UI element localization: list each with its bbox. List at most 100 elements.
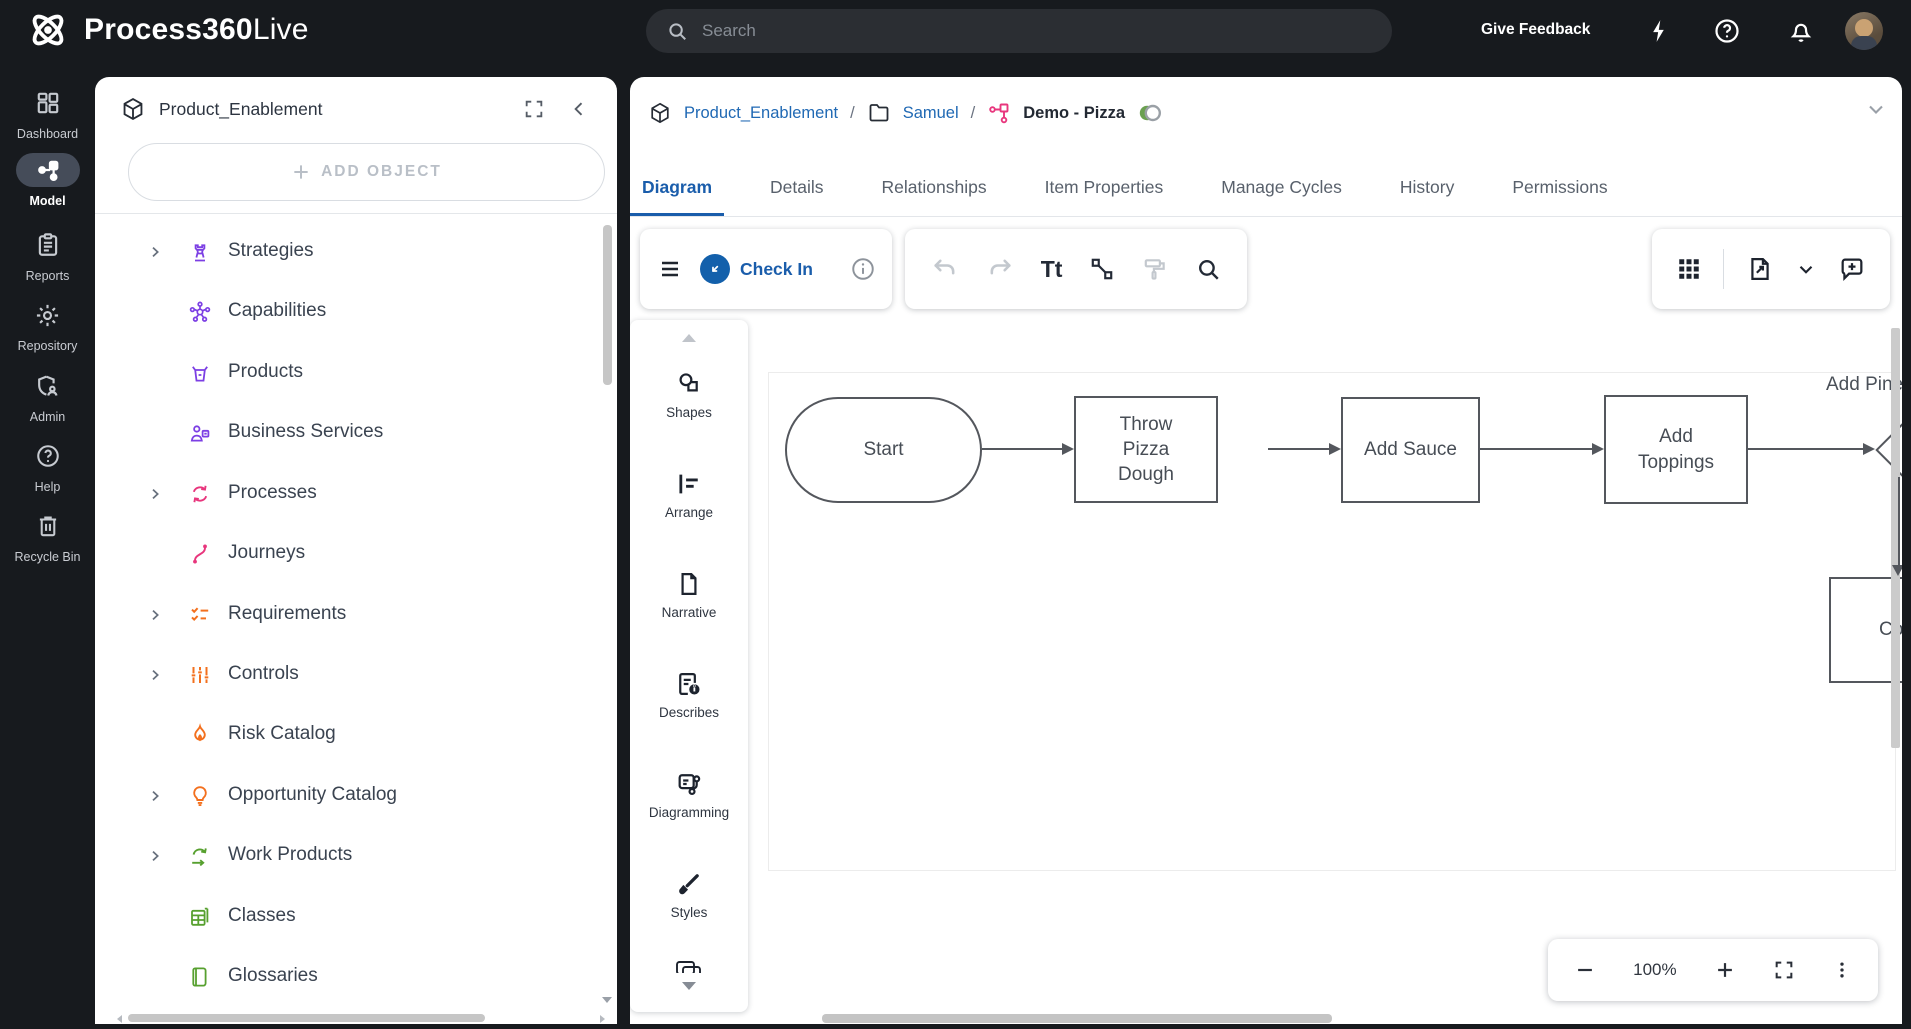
chevron-right-icon[interactable] xyxy=(147,244,163,260)
tree-item-journeys[interactable]: Journeys xyxy=(95,524,597,584)
palette-item-arrange[interactable]: Arrange xyxy=(665,470,713,520)
status-circles-icon[interactable] xyxy=(1137,101,1167,125)
tree-horizontal-scrollbar[interactable] xyxy=(128,1014,485,1022)
tree-item-strategies[interactable]: Strategies xyxy=(95,222,597,282)
chevron-right-icon[interactable] xyxy=(147,486,163,502)
trash-icon xyxy=(35,509,61,543)
undo-icon[interactable] xyxy=(931,255,959,283)
tab-item-properties[interactable]: Item Properties xyxy=(1033,177,1176,216)
search-input[interactable] xyxy=(702,21,1302,41)
chevron-down-icon[interactable] xyxy=(1795,258,1817,280)
flow-node-start[interactable]: Start xyxy=(785,397,982,503)
sidebar-item-recycle-bin[interactable]: Recycle Bin xyxy=(0,509,95,564)
check-in-button[interactable]: Check In xyxy=(740,259,813,280)
add-comment-icon[interactable] xyxy=(1838,255,1866,283)
sidebar-item-repository[interactable]: Repository xyxy=(0,298,95,353)
tree-item-requirements[interactable]: Requirements xyxy=(95,585,597,645)
palette-item-diagramming[interactable]: Diagramming xyxy=(649,770,729,820)
chevron-right-icon[interactable] xyxy=(147,607,163,623)
collapse-panel-button[interactable] xyxy=(569,99,589,119)
palette-scroll-down-icon[interactable] xyxy=(682,982,696,990)
products-icon xyxy=(188,361,212,385)
active-nav-pill xyxy=(16,153,80,187)
tree-vertical-scrollbar[interactable] xyxy=(603,225,612,385)
cube-icon xyxy=(120,96,146,122)
tree-item-glossaries[interactable]: Glossaries xyxy=(95,947,597,1007)
reports-icon xyxy=(35,228,61,262)
sidebar-item-model[interactable]: Model xyxy=(0,153,95,208)
flow-node-add-toppings[interactable]: Add Toppings xyxy=(1604,395,1748,504)
tree-item-opportunity-catalog[interactable]: Opportunity Catalog xyxy=(95,766,597,826)
canvas-horizontal-scrollbar[interactable] xyxy=(822,1014,1332,1023)
more-options-kebab-icon[interactable] xyxy=(1832,959,1852,981)
tab-history[interactable]: History xyxy=(1388,177,1466,216)
tab-relationships[interactable]: Relationships xyxy=(870,177,999,216)
tree-item-risk-catalog[interactable]: Risk Catalog xyxy=(95,705,597,765)
scroll-right-arrow-icon[interactable] xyxy=(600,1015,605,1023)
notifications-button[interactable] xyxy=(1787,17,1815,45)
palette-item-describes[interactable]: Describes xyxy=(659,670,719,720)
sidebar-item-dashboard[interactable]: Dashboard xyxy=(0,86,95,141)
palette-item-shapes[interactable]: Shapes xyxy=(666,370,712,420)
sidebar-item-reports[interactable]: Reports xyxy=(0,228,95,283)
zoom-out-button[interactable] xyxy=(1574,959,1596,981)
scroll-down-arrow-icon[interactable] xyxy=(602,997,612,1003)
info-icon[interactable] xyxy=(850,256,876,282)
text-style-button[interactable]: Tt xyxy=(1041,256,1063,283)
sidebar-item-help[interactable]: Help xyxy=(0,439,95,494)
tab-details[interactable]: Details xyxy=(758,177,836,216)
narrative-icon xyxy=(675,570,703,598)
app-logo[interactable]: Process360Live xyxy=(26,8,309,52)
chevron-right-icon[interactable] xyxy=(147,848,163,864)
tree-item-products[interactable]: Products xyxy=(95,343,597,403)
tab-manage-cycles[interactable]: Manage Cycles xyxy=(1209,177,1354,216)
tree-item-capabilities[interactable]: Capabilities xyxy=(95,282,597,342)
zoom-in-button[interactable] xyxy=(1714,959,1736,981)
check-in-icon[interactable] xyxy=(700,254,730,284)
export-document-icon[interactable] xyxy=(1746,255,1774,283)
menu-hamburger-icon[interactable] xyxy=(658,257,682,281)
user-avatar[interactable] xyxy=(1845,12,1883,50)
tab-diagram[interactable]: Diagram xyxy=(630,177,724,216)
flow-node-throw-pizza-dough[interactable]: Throw Pizza Dough xyxy=(1074,396,1218,503)
breadcrumb-model-link[interactable]: Product_Enablement xyxy=(684,104,838,123)
palette-item-narrative[interactable]: Narrative xyxy=(662,570,717,620)
chevron-right-icon[interactable] xyxy=(147,788,163,804)
chevron-right-icon[interactable] xyxy=(147,667,163,683)
arrowhead-icon xyxy=(1863,443,1875,455)
help-circle-icon xyxy=(35,439,61,473)
collapse-header-chevron[interactable] xyxy=(1864,97,1888,121)
tree-panel-title: Product_Enablement xyxy=(159,99,322,120)
search-diagram-icon[interactable] xyxy=(1195,256,1221,282)
quick-actions-button[interactable] xyxy=(1646,18,1672,44)
format-painter-icon[interactable] xyxy=(1142,256,1168,282)
breadcrumb-folder-link[interactable]: Samuel xyxy=(903,104,959,123)
tree-item-controls[interactable]: Controls xyxy=(95,645,597,705)
tree-item-processes[interactable]: Processes xyxy=(95,464,597,524)
checkin-toolbar: Check In xyxy=(640,229,892,309)
palette-item-styles[interactable]: Styles xyxy=(671,870,708,920)
breadcrumb: Product_Enablement / Samuel / Demo - Piz… xyxy=(648,91,1167,135)
model-tree-panel: Product_Enablement ADD OBJECT Strategies xyxy=(95,77,617,1024)
palette-scroll-up-icon[interactable] xyxy=(682,334,696,342)
arrange-icon xyxy=(675,470,703,498)
global-search[interactable] xyxy=(646,9,1392,53)
help-button[interactable] xyxy=(1713,17,1741,45)
grid-apps-icon[interactable] xyxy=(1676,256,1702,282)
redo-icon[interactable] xyxy=(986,255,1014,283)
expand-panel-button[interactable] xyxy=(523,98,545,120)
tree-item-work-products[interactable]: Work Products xyxy=(95,826,597,886)
fit-screen-icon[interactable] xyxy=(1773,959,1795,981)
describes-icon xyxy=(675,670,703,698)
folder-icon xyxy=(867,101,891,125)
tab-permissions[interactable]: Permissions xyxy=(1500,177,1619,216)
give-feedback-button[interactable]: Give Feedback xyxy=(1481,21,1590,39)
add-object-button[interactable]: ADD OBJECT xyxy=(128,143,605,201)
connector-icon[interactable] xyxy=(1089,256,1115,282)
sidebar-item-admin[interactable]: Admin xyxy=(0,369,95,424)
scroll-left-arrow-icon[interactable] xyxy=(117,1015,122,1023)
stacked-cards-icon[interactable] xyxy=(674,958,704,973)
tree-item-classes[interactable]: Classes xyxy=(95,887,597,947)
tree-item-business-services[interactable]: Business Services xyxy=(95,403,597,463)
flow-node-add-sauce[interactable]: Add Sauce xyxy=(1341,397,1480,503)
